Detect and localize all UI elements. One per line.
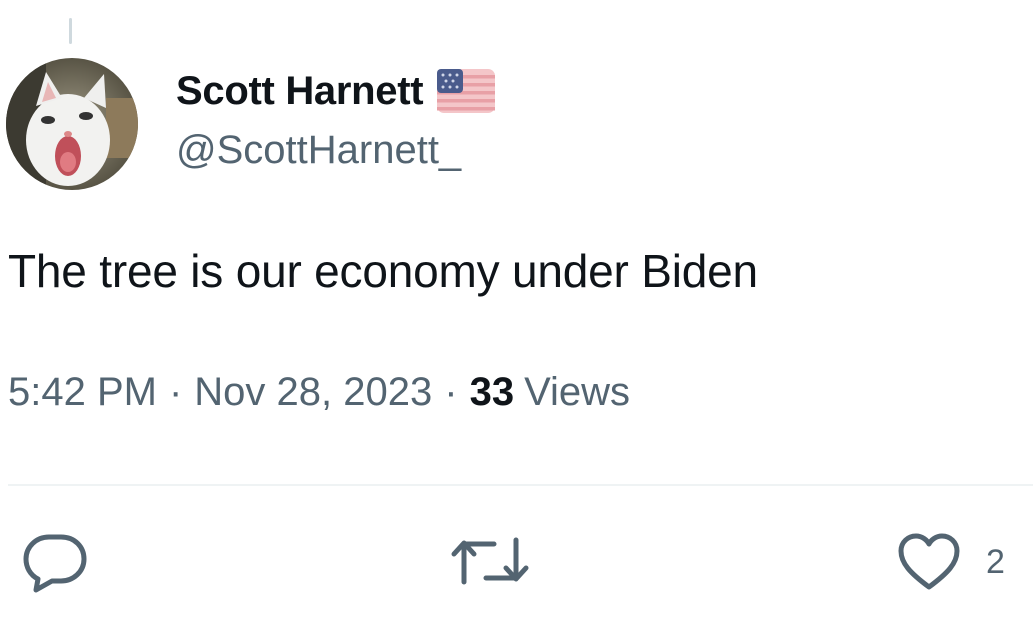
meta-separator: · (444, 370, 458, 414)
like-count: 2 (986, 542, 1005, 581)
views-count: 33 (469, 370, 515, 414)
thread-connector-line (69, 18, 72, 44)
reply-button[interactable] (22, 532, 88, 594)
reply-icon (22, 532, 88, 594)
us-flag-icon (437, 69, 496, 113)
cat-avatar-icon (6, 58, 138, 190)
tweet-metadata: 5:42 PM · Nov 28, 2023 · 33 Views (8, 370, 630, 415)
tweet[interactable]: Scott Harnett @ScottHarnett_ The tree is… (0, 0, 1033, 620)
tweet-time[interactable]: 5:42 PM (8, 370, 157, 415)
like-button[interactable]: 2 (896, 532, 1005, 592)
views-label: Views (524, 370, 631, 414)
tweet-header: Scott Harnett @ScottHarnett_ (176, 62, 496, 173)
author-display-name[interactable]: Scott Harnett (176, 69, 424, 114)
author-name-row: Scott Harnett (176, 62, 496, 120)
heart-icon (896, 532, 962, 592)
meta-separator: · (168, 370, 183, 414)
author-handle[interactable]: @ScottHarnett_ (176, 128, 495, 173)
avatar[interactable] (6, 58, 138, 190)
tweet-text: The tree is our economy under Biden (8, 245, 758, 297)
tweet-date[interactable]: Nov 28, 2023 (194, 370, 432, 415)
divider (8, 484, 1033, 486)
retweet-icon (450, 530, 530, 592)
retweet-button[interactable] (450, 530, 530, 592)
tweet-actions-bar: 2 (0, 528, 1033, 598)
